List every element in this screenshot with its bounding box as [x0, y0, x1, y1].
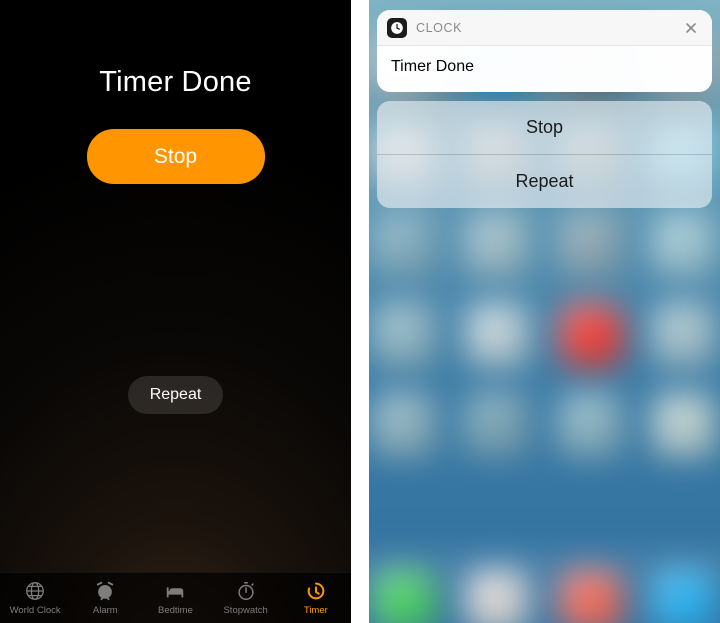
alarm-icon: [93, 580, 117, 602]
notification-body: Timer Done: [377, 46, 712, 92]
clock-app-timer-done-screen: Timer Done Stop Repeat World Clock Alarm: [0, 0, 351, 623]
bed-icon: [163, 580, 187, 602]
action-repeat[interactable]: Repeat: [377, 155, 712, 208]
notification-app-name: CLOCK: [416, 21, 462, 35]
stopwatch-icon: [234, 580, 258, 602]
home-screen-notification-preview: CLOCK Timer Done Stop Repeat: [369, 0, 720, 623]
tab-bar: World Clock Alarm Bedtime: [0, 572, 351, 623]
tab-label: Timer: [304, 605, 328, 616]
globe-icon: [23, 580, 47, 602]
tab-label: Bedtime: [158, 605, 193, 616]
tab-alarm[interactable]: Alarm: [73, 580, 137, 616]
tab-bedtime[interactable]: Bedtime: [143, 580, 207, 616]
notification-header: CLOCK: [377, 10, 712, 46]
timer-icon: [304, 580, 328, 602]
tab-world-clock[interactable]: World Clock: [3, 580, 67, 616]
timer-done-title: Timer Done: [99, 66, 251, 99]
clock-app-icon: [387, 18, 407, 38]
notification-actions-sheet: Stop Repeat: [377, 101, 712, 208]
stop-button[interactable]: Stop: [87, 129, 265, 184]
notification-card: CLOCK Timer Done: [377, 10, 712, 92]
tab-label: World Clock: [10, 605, 61, 616]
tab-label: Alarm: [93, 605, 118, 616]
close-button[interactable]: [680, 17, 702, 39]
tab-label: Stopwatch: [223, 605, 267, 616]
tab-stopwatch[interactable]: Stopwatch: [214, 580, 278, 616]
action-stop[interactable]: Stop: [377, 101, 712, 154]
repeat-button[interactable]: Repeat: [128, 376, 224, 414]
tab-timer[interactable]: Timer: [284, 580, 348, 616]
